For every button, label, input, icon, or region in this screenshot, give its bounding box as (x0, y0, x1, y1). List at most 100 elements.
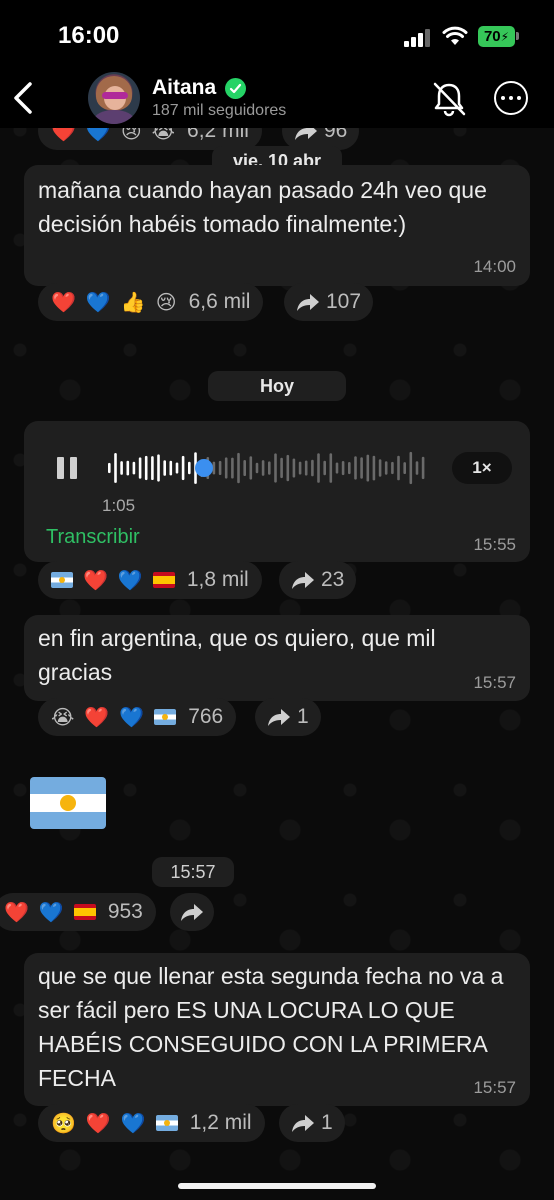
message-bubble[interactable]: mañana cuando hayan pasado 24h veo que d… (24, 165, 530, 286)
waveform-bar (255, 462, 259, 474)
message-time-chip: 15:57 (152, 857, 234, 887)
channel-header: Aitana 187 mil seguidores (0, 70, 554, 128)
waveform-bar (188, 461, 191, 475)
wifi-icon (442, 26, 468, 45)
reactions-bar[interactable]: ❤️ 💙 1,8 mil (38, 561, 262, 599)
waveform-bar (286, 454, 290, 482)
reactions-bar[interactable]: 😭 ❤️ 💙 766 (38, 698, 237, 736)
reaction-emoji: 👍 (120, 291, 146, 314)
argentina-flag-sticker[interactable] (30, 777, 106, 829)
waveform-bar (317, 453, 320, 483)
forward-button[interactable] (170, 893, 214, 931)
waveform-bar (341, 461, 345, 476)
spain-flag-emoji (152, 572, 175, 588)
waveform-bar (274, 453, 277, 483)
forward-count: 1 (297, 705, 309, 728)
waveform-bar (298, 461, 302, 475)
reaction-emoji: ❤️ (84, 706, 110, 729)
battery-indicator: 70 ⚡ (478, 26, 515, 47)
reaction-emoji: 😭 (51, 706, 75, 729)
transcribe-button[interactable]: Transcribir (46, 526, 140, 549)
waveform-bar (261, 460, 265, 476)
waveform-bar (157, 454, 160, 482)
forward-icon (292, 1115, 314, 1132)
message-time: 15:57 (473, 1078, 516, 1097)
reaction-emoji: ❤️ (85, 1112, 111, 1135)
voice-message-bubble[interactable]: 1× 1:05 Transcribir 15:55 (24, 421, 530, 562)
waveform-bar (348, 462, 351, 475)
reaction-count: 1,8 mil (186, 568, 249, 591)
forward-icon (181, 904, 203, 921)
reaction-emoji: 💙 (120, 1112, 146, 1135)
reaction-count: 766 (188, 705, 224, 728)
playback-position-handle[interactable] (195, 459, 213, 477)
waveform-bar (237, 452, 240, 484)
waveform-bar (243, 460, 246, 476)
reactions-bar[interactable]: ❤️ 💙 👍 😢 6,6 mil (38, 283, 264, 321)
playback-speed-button[interactable]: 1× (452, 452, 512, 484)
status-time: 16:00 (58, 22, 120, 49)
waveform-bar (384, 461, 388, 475)
reaction-emoji: ❤️ (4, 901, 29, 924)
waveform-bar (403, 462, 406, 474)
waveform-bar (391, 461, 394, 475)
argentina-flag-emoji (155, 1115, 178, 1131)
reaction-count: 953 (107, 900, 143, 923)
forward-button[interactable]: 107 (284, 283, 374, 321)
forward-icon (297, 294, 319, 311)
waveform-bar (372, 455, 376, 481)
waveform-bar (108, 462, 111, 474)
waveform-bar (218, 460, 222, 475)
waveform-bar (144, 455, 148, 481)
waveform-bar (249, 456, 253, 480)
back-arrow-icon[interactable] (10, 80, 38, 116)
waveform-bar (181, 455, 185, 481)
message-time: 15:57 (473, 673, 516, 692)
channel-name[interactable]: Aitana (152, 76, 216, 100)
argentina-flag-emoji (51, 572, 73, 588)
message-text: en fin argentina, que os quiero, que mil… (38, 625, 436, 685)
message-text: mañana cuando hayan pasado 24h veo que d… (38, 177, 487, 237)
waveform-bar (421, 456, 425, 480)
waveform-bar (409, 451, 413, 485)
chat-feed[interactable]: ❤️ 💙 😢 😭 6,2 mil 96 vie, 10 abr mañana c… (0, 0, 554, 1200)
waveform-bar (169, 460, 173, 476)
waveform-bar (163, 460, 166, 476)
message-text: que se que llenar esta segunda fecha no … (38, 963, 504, 1091)
waveform-bar (132, 461, 136, 475)
message-time: 14:00 (473, 257, 516, 276)
waveform-bar (304, 460, 308, 476)
cellular-signal-icon (404, 29, 434, 47)
waveform-bar (292, 458, 296, 478)
waveform-bar (120, 461, 123, 475)
waveform-bar (175, 462, 179, 474)
waveform-bar (151, 456, 154, 480)
forward-count: 23 (321, 568, 345, 591)
reaction-emoji: 💙 (119, 706, 145, 729)
spain-flag-emoji (73, 904, 96, 920)
reactions-bar[interactable]: ❤️ 💙 953 (0, 893, 156, 931)
channel-avatar[interactable] (88, 72, 140, 124)
muted-bell-icon[interactable] (430, 80, 468, 118)
message-bubble[interactable]: en fin argentina, que os quiero, que mil… (24, 615, 530, 701)
waveform-bar (378, 459, 382, 477)
reaction-emoji: ❤️ (83, 569, 108, 592)
reaction-emoji: 🥺 (51, 1112, 76, 1135)
waveform-bar (138, 457, 142, 479)
waveform-bar (280, 457, 283, 479)
forward-button[interactable]: 23 (279, 561, 357, 599)
reaction-emoji: ❤️ (51, 291, 76, 314)
pause-icon[interactable] (57, 457, 79, 479)
message-time: 15:55 (473, 535, 516, 554)
waveform-bar (397, 455, 400, 481)
more-options-icon[interactable] (494, 81, 528, 115)
reaction-count: 6,6 mil (188, 290, 251, 313)
voice-waveform[interactable] (108, 451, 428, 485)
reaction-emoji: 😢 (155, 291, 177, 314)
forward-count: 1 (321, 1111, 333, 1134)
waveform-bar (224, 457, 228, 479)
forward-button[interactable]: 1 (279, 1104, 345, 1142)
message-bubble[interactable]: que se que llenar esta segunda fecha no … (24, 953, 530, 1106)
forward-button[interactable]: 1 (255, 698, 321, 736)
reactions-bar[interactable]: 🥺 ❤️ 💙 1,2 mil (38, 1104, 265, 1142)
